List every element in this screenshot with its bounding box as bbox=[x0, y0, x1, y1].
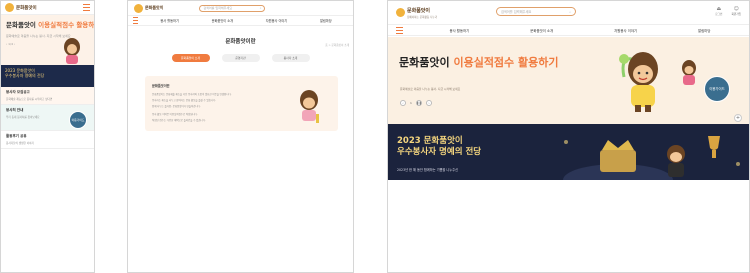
desktop-frame: 문화품앗이 집에서하는 문화활동 나누기 검색어를 입력해주세요 ⌕ ⏏ 로그인… bbox=[387, 0, 750, 273]
tablet-gnb: 봉사 활동하기 문화품앗이 소개 자원봉사 이야기 알림마당 bbox=[128, 15, 353, 26]
breadcrumb: 홈 > 문화품앗이 소개 bbox=[325, 44, 349, 47]
util-menu: ⏏ 로그인 ☺ 회원가입 bbox=[715, 6, 741, 16]
page-title: 문화품앗이란 bbox=[225, 39, 256, 45]
search-icon[interactable]: ⌕ bbox=[260, 6, 262, 10]
hero-pager: ‹ 1 ❚❚ › bbox=[400, 100, 432, 106]
mascot-illustration bbox=[300, 90, 319, 123]
mobile-frame: 문화품앗이 문화품앗이 이용실적점수 활용하기 문화예술로 마음을 나누는 봉사… bbox=[0, 0, 95, 273]
gnb-list: 봉사 활동하기 문화품앗이 소개 자원봉사 이야기 알림마당 bbox=[419, 28, 741, 33]
signup-label: 회원가입 bbox=[731, 13, 741, 16]
page-current: 1 bbox=[410, 101, 412, 105]
hero-desc: 문화예술로 마음을 나누는 봉사, 지금 시작해 보세요 bbox=[400, 87, 461, 91]
gnb-item[interactable]: 알림마당 bbox=[320, 18, 332, 23]
mobile-hall-of-fame-banner[interactable]: 2023 문화품앗이 우수봉사자 명예의 전당 bbox=[1, 65, 94, 87]
plus-icon[interactable]: + bbox=[734, 114, 742, 122]
section-title: 봉사자 모집공고 bbox=[6, 90, 30, 94]
signup-button[interactable]: ☺ 회원가입 bbox=[731, 6, 741, 16]
section-desc: 봉사자들의 생생한 이야기 bbox=[6, 142, 34, 145]
tablet-frame: 문화품앗이 검색어를 입력해주세요 ⌕ 봉사 활동하기 문화품앗이 소개 자원봉… bbox=[127, 0, 354, 273]
banner-title-line2: 우수봉사자 명예의 전당 bbox=[5, 73, 45, 78]
gnb-item[interactable]: 자원봉사 이야기 bbox=[614, 28, 637, 33]
banner-subtitle: 2023년 한 해 동안 함께하는 기쁨을 나누주신 bbox=[397, 168, 459, 172]
hero-title: 문화품앗이 이용실적점수 활용하기 bbox=[399, 56, 559, 69]
guide-badge[interactable]: 이용가이드 bbox=[704, 76, 730, 102]
search-input[interactable]: 검색어를 입력해주세요 ⌕ bbox=[496, 7, 576, 16]
tab-volunteers[interactable]: 봉사자 소개 bbox=[271, 54, 310, 62]
responsive-preview-stage: 문화품앗이 문화품앗이 이용실적점수 활용하기 문화예술로 마음을 나누는 봉사… bbox=[0, 0, 750, 273]
gnb-item[interactable]: 알림마당 bbox=[698, 28, 710, 33]
mobile-header: 문화품앗이 bbox=[1, 1, 94, 15]
gnb-item[interactable]: 문화품앗이 소개 bbox=[530, 28, 553, 33]
sub-mascot-illustration bbox=[682, 60, 696, 85]
logo-mark-icon bbox=[5, 3, 14, 12]
gnb-item[interactable]: 문화품앗이 소개 bbox=[212, 18, 234, 23]
mobile-section[interactable]: 활동후기 공유 봉사자들의 생생한 이야기 bbox=[1, 131, 94, 149]
hero-title: 문화품앗이 이용실적점수 활용하기 bbox=[6, 21, 95, 29]
search-placeholder: 검색어를 입력해주세요 bbox=[501, 10, 532, 14]
gnb-item[interactable]: 자원봉사 이야기 bbox=[266, 18, 288, 23]
gnb-list: 봉사 활동하기 문화품앗이 소개 자원봉사 이야기 알림마당 bbox=[144, 18, 348, 23]
next-arrow-icon[interactable]: › bbox=[425, 100, 432, 106]
search-input[interactable]: 검색어를 입력해주세요 ⌕ bbox=[199, 4, 266, 12]
logo-text: 문화품앗이 bbox=[16, 5, 37, 11]
mobile-hero: 문화품앗이 이용실적점수 활용하기 문화예술로 마음을 나누는 봉사, 지금 시… bbox=[1, 15, 94, 65]
logo-text: 문화품앗이 bbox=[407, 7, 431, 14]
pause-icon[interactable]: ❚❚ bbox=[415, 100, 422, 106]
mascot-illustration bbox=[619, 52, 658, 112]
mascot-illustration bbox=[64, 38, 80, 64]
section-desc: 문화예술 재능으로 봉사를 시작하고 싶다면 bbox=[6, 98, 53, 101]
search-icon[interactable]: ⌕ bbox=[569, 10, 571, 14]
desktop-gnb: 봉사 활동하기 문화품앗이 소개 자원봉사 이야기 알림마당 bbox=[388, 24, 749, 36]
tab-about[interactable]: 문화품앗이 소개 bbox=[171, 54, 210, 62]
about-card: 문화품앗이란 문화품앗이는 문화예술 재능을 가진 봉사자와 도움이 필요한 이… bbox=[145, 76, 338, 131]
logo-mark-icon bbox=[396, 8, 405, 17]
logo-subtitle: 집에서하는 문화활동 나누기 bbox=[407, 15, 438, 19]
guide-badge[interactable]: 이용가이드 bbox=[69, 111, 87, 129]
logo-mark-icon bbox=[134, 3, 143, 13]
site-logo[interactable]: 문화품앗이 bbox=[134, 3, 164, 13]
mobile-section[interactable]: 봉사자 모집공고 문화예술 재능으로 봉사를 시작하고 싶다면 bbox=[1, 87, 94, 105]
menu-icon[interactable] bbox=[133, 15, 138, 26]
prev-arrow-icon[interactable]: ‹ bbox=[400, 100, 406, 106]
site-logo[interactable]: 문화품앗이 집에서하는 문화활동 나누기 bbox=[396, 7, 437, 19]
menu-icon[interactable] bbox=[396, 25, 403, 36]
site-logo[interactable]: 문화품앗이 bbox=[5, 3, 37, 12]
gnb-item[interactable]: 봉사 활동하기 bbox=[449, 28, 469, 33]
section-title: 활동후기 공유 bbox=[6, 134, 27, 138]
banner-decoration bbox=[563, 136, 740, 180]
login-label: 로그인 bbox=[715, 13, 723, 16]
menu-icon[interactable] bbox=[83, 2, 90, 13]
banner-title: 2023 문화품앗이 우수봉사자 명예의 전당 bbox=[397, 136, 481, 158]
banner-title-line2: 우수봉사자 명예의 전당 bbox=[397, 147, 482, 157]
tablet-header: 문화품앗이 검색어를 입력해주세요 ⌕ bbox=[128, 1, 353, 15]
search-placeholder: 검색어를 입력해주세요 bbox=[203, 6, 232, 10]
mobile-section[interactable]: 봉사처 안내 우리 동네 봉사처를 찾아보세요 이용가이드 bbox=[1, 105, 94, 131]
hall-of-fame-banner[interactable]: 2023 문화품앗이 우수봉사자 명예의 전당 2023년 한 해 동안 함께하… bbox=[388, 124, 749, 180]
desktop-header: 문화품앗이 집에서하는 문화활동 나누기 검색어를 입력해주세요 ⌕ ⏏ 로그인… bbox=[388, 1, 749, 24]
banner-title-line1: 2023 문화품앗이 bbox=[397, 136, 463, 146]
desktop-hero: 문화품앗이 이용실적점수 활용하기 문화예술로 마음을 나누는 봉사, 지금 시… bbox=[388, 37, 749, 124]
gnb-item[interactable]: 봉사 활동하기 bbox=[160, 18, 179, 23]
login-button[interactable]: ⏏ 로그인 bbox=[715, 6, 722, 16]
tab-organization[interactable]: 운영기관 bbox=[221, 54, 260, 62]
about-tabs: 문화품앗이 소개 운영기관 봉사자 소개 bbox=[128, 54, 353, 62]
logo-text: 문화품앗이 bbox=[145, 5, 164, 10]
